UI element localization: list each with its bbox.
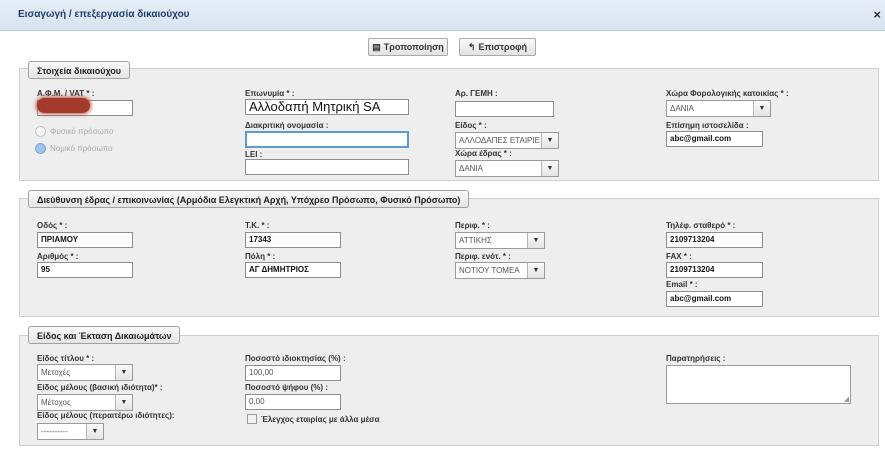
lei-label: LEI : bbox=[245, 150, 263, 159]
distinctive-title-label: Διακριτική ονομασία : bbox=[245, 121, 329, 130]
ownership-label: Ποσοστό ιδιοκτησίας (%) : bbox=[245, 354, 346, 363]
chevron-down-icon: ▼ bbox=[541, 133, 558, 148]
chevron-down-icon: ▼ bbox=[115, 365, 132, 380]
radio-selected-icon bbox=[35, 143, 46, 154]
vat-label: Α.Φ.Μ. / VAT * : bbox=[37, 89, 95, 98]
tax-country-label: Χώρα Φορολογικής κατοικίας * : bbox=[666, 89, 789, 98]
city-label: Πόλη * : bbox=[245, 252, 276, 261]
control-checkbox-label: Έλεγχος εταιρίας με άλλα μέσα bbox=[261, 414, 380, 424]
website-label: Επίσημη ιστοσελίδα : bbox=[666, 121, 749, 130]
zip-input[interactable]: 17343 bbox=[245, 232, 341, 248]
checkbox-icon bbox=[247, 414, 257, 424]
type-label: Είδος * : bbox=[455, 121, 487, 130]
type-select[interactable]: ΑΛΛΟΔΑΠΕΣ ΕΤΑΙΡΙΕ ▼ bbox=[455, 132, 559, 149]
lei-input[interactable] bbox=[245, 159, 409, 175]
member-basic-select[interactable]: Μέτοχος ▼ bbox=[37, 394, 133, 411]
name-label: Επωνυμία * : bbox=[245, 89, 295, 98]
region-unit-select[interactable]: ΝΟΤΙΟΥ ΤΟΜΕΑ ▼ bbox=[455, 262, 545, 279]
control-checkbox[interactable]: Έλεγχος εταιρίας με άλλα μέσα bbox=[247, 414, 380, 424]
title-type-select[interactable]: Μετοχές ▼ bbox=[37, 364, 133, 381]
chevron-down-icon: ▼ bbox=[527, 263, 544, 278]
notes-label: Παρατηρήσεις : bbox=[666, 354, 726, 363]
email-label: Email * : bbox=[666, 280, 698, 289]
chevron-down-icon: ▼ bbox=[541, 161, 558, 176]
zip-label: Τ.Κ. * : bbox=[245, 221, 270, 230]
member-extra-value: ---------- bbox=[41, 427, 68, 436]
dialog-title: Εισαγωγή / επεξεργασία δικαιούχου bbox=[18, 9, 190, 20]
chevron-down-icon: ▼ bbox=[115, 395, 132, 410]
region-unit-label: Περιφ. ενότ. * : bbox=[455, 252, 511, 261]
beneficiary-details-panel bbox=[19, 68, 879, 181]
website-input[interactable]: abc@gmail.com bbox=[666, 131, 763, 147]
notes-textarea[interactable]: ◢ bbox=[666, 365, 851, 404]
seat-country-label: Χώρα έδρας * : bbox=[455, 149, 512, 158]
region-unit-value: ΝΟΤΙΟΥ ΤΟΜΕΑ bbox=[459, 266, 520, 275]
street-input[interactable]: ΠΡΙΑΜΟΥ bbox=[37, 232, 133, 248]
vote-label: Ποσοστό ψήφου (%) : bbox=[245, 383, 328, 392]
member-basic-label: Είδος μέλους (βασική ιδιότητα)* : bbox=[37, 383, 163, 392]
region-select[interactable]: ΑΤΤΙΚΗΣ ▼ bbox=[455, 232, 545, 249]
phone-input[interactable]: 2109713204 bbox=[666, 232, 763, 248]
legal-person-label: Νομικό πρόσωπο bbox=[50, 144, 113, 153]
region-label: Περιφ. * : bbox=[455, 221, 490, 230]
ownership-input[interactable]: 100,00 bbox=[245, 365, 341, 381]
member-extra-label: Είδος μέλους (περαιτέρω ιδιότητες): bbox=[37, 411, 175, 420]
number-input[interactable]: 95 bbox=[37, 262, 133, 278]
dialog-title-bar: Εισαγωγή / επεξεργασία δικαιούχου × bbox=[0, 0, 885, 31]
redacted-vat-mark bbox=[37, 98, 90, 113]
fax-label: FAX * : bbox=[666, 252, 692, 261]
distinctive-title-input[interactable] bbox=[245, 131, 409, 148]
number-label: Αριθμός * : bbox=[37, 252, 79, 261]
member-basic-value: Μέτοχος bbox=[41, 398, 71, 407]
city-input[interactable]: ΑΓ ΔΗΜΗΤΡΙΟΣ bbox=[245, 262, 341, 278]
tax-country-value: ΔΑΝΙΑ bbox=[670, 104, 695, 113]
tax-country-select[interactable]: ΔΑΝΙΑ ▼ bbox=[666, 100, 771, 117]
edit-icon: ▤ bbox=[372, 41, 381, 52]
seat-country-select[interactable]: ΔΑΝΙΑ ▼ bbox=[455, 160, 559, 177]
street-label: Οδός * : bbox=[37, 221, 68, 230]
beneficiary-details-legend: Στοιχεία δικαιούχου bbox=[28, 61, 131, 79]
type-select-value: ΑΛΛΟΔΑΠΕΣ ΕΤΑΙΡΙΕ bbox=[459, 136, 540, 145]
back-button[interactable]: ↰ Επιστροφή bbox=[459, 38, 536, 56]
close-icon[interactable]: × bbox=[873, 7, 881, 22]
edit-button[interactable]: ▤ Τροποποίηση bbox=[368, 38, 448, 56]
radio-unselected-icon bbox=[35, 126, 46, 137]
title-type-value: Μετοχές bbox=[41, 368, 71, 377]
natural-person-radio[interactable]: Φυσικό πρόσωπο bbox=[35, 126, 114, 137]
rights-legend: Είδος και Έκταση Δικαιωμάτων bbox=[28, 326, 181, 344]
legal-person-radio[interactable]: Νομικό πρόσωπο bbox=[35, 143, 113, 154]
natural-person-label: Φυσικό πρόσωπο bbox=[50, 127, 114, 136]
fax-input[interactable]: 2109713204 bbox=[666, 262, 763, 278]
address-legend: Διεύθυνση έδρας / επικοινωνίας (Αρμόδια … bbox=[28, 190, 470, 208]
email-input[interactable]: abc@gmail.com bbox=[666, 291, 763, 307]
gemi-input[interactable] bbox=[455, 101, 554, 117]
name-input[interactable]: Αλλοδαπή Μητρική SA bbox=[245, 99, 409, 115]
phone-label: Τηλέφ. σταθερό * : bbox=[666, 221, 736, 230]
region-value: ΑΤΤΙΚΗΣ bbox=[459, 236, 492, 245]
vote-input[interactable]: 0,00 bbox=[245, 394, 341, 410]
chevron-down-icon: ▼ bbox=[86, 424, 103, 439]
chevron-down-icon: ▼ bbox=[527, 233, 544, 248]
seat-country-value: ΔΑΝΙΑ bbox=[459, 164, 484, 173]
edit-button-label: Τροποποίηση bbox=[383, 42, 444, 52]
gemi-label: Αρ. ΓΕΜΗ : bbox=[455, 89, 498, 98]
chevron-down-icon: ▼ bbox=[753, 101, 770, 116]
title-type-label: Είδος τίτλου * : bbox=[37, 354, 95, 363]
back-button-label: Επιστροφή bbox=[478, 42, 528, 52]
back-arrow-icon: ↰ bbox=[467, 41, 476, 52]
resize-grip-icon[interactable]: ◢ bbox=[844, 395, 849, 403]
member-extra-select[interactable]: ---------- ▼ bbox=[37, 423, 104, 440]
